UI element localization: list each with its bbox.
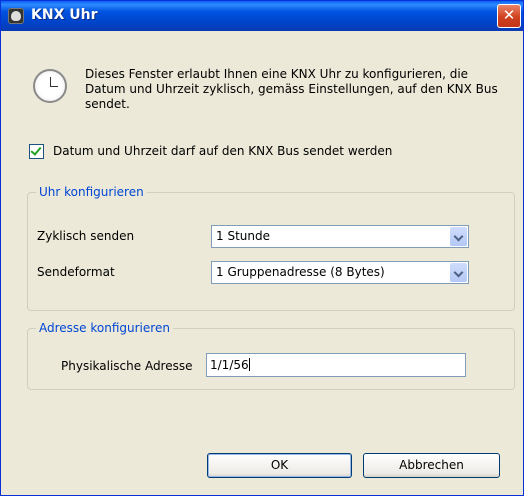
close-icon: ✕ [502,6,516,24]
physical-address-value: 1/1/56 [210,358,249,372]
clock-icon [33,69,67,103]
window-title: KNX Uhr [31,7,98,23]
knx-app-icon [8,8,24,24]
clock-config-group: Uhr konfigurieren [27,185,515,311]
description-text: Dieses Fenster erlaubt Ihnen eine KNX Uh… [85,67,498,111]
physical-address-label: Physikalische Adresse [61,359,193,373]
cancel-button[interactable]: Abbrechen [363,453,500,478]
cyclic-send-label: Zyklisch senden [37,229,135,243]
ok-button[interactable]: OK [207,453,352,478]
send-format-dropdown[interactable]: 1 Gruppenadresse (8 Bytes) [211,261,469,284]
chevron-down-icon[interactable] [450,263,467,282]
cyclic-send-dropdown[interactable]: 1 Stunde [211,225,469,248]
address-config-title: Adresse konfigurieren [36,321,173,335]
text-cursor [248,358,250,371]
title-bar[interactable]: KNX Uhr ✕ [1,1,523,31]
send-to-bus-checkbox[interactable] [29,144,44,159]
send-format-value: 1 Gruppenadresse (8 Bytes) [216,265,385,279]
knx-uhr-dialog: KNX Uhr ✕ Dieses Fenster erlaubt Ihnen e… [0,0,524,496]
close-button[interactable]: ✕ [497,4,521,28]
cyclic-send-value: 1 Stunde [216,229,270,243]
send-to-bus-label: Datum und Uhrzeit darf auf den KNX Bus s… [53,144,393,158]
send-format-label: Sendeformat [37,265,115,279]
clock-config-title: Uhr konfigurieren [36,185,147,199]
chevron-down-icon[interactable] [450,227,467,246]
physical-address-field[interactable]: 1/1/56 [206,353,466,377]
